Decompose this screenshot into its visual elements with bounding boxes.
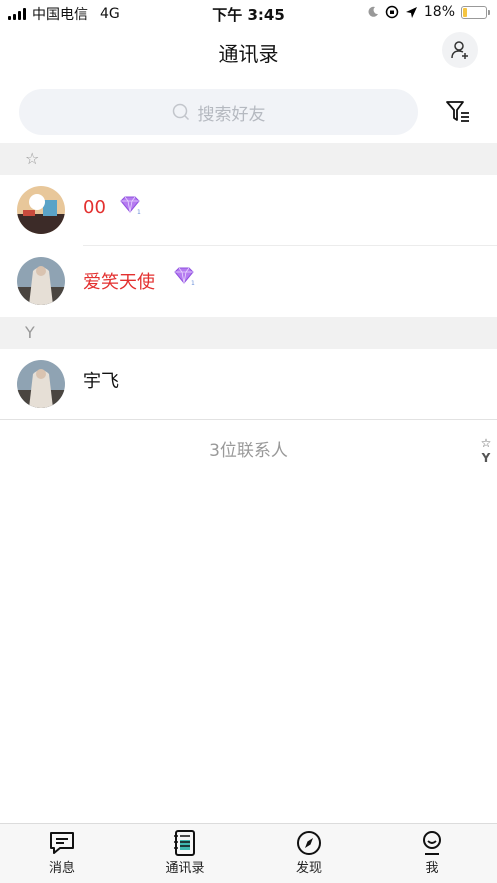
tab-bar: 消息 通讯录 发现 我 [0,823,497,883]
tab-label: 通讯录 [165,861,205,876]
contact-name: 00 [83,197,106,218]
search-input[interactable]: 搜索好友 [19,89,418,135]
section-label: ☆ [25,149,40,168]
filter-icon[interactable] [445,99,471,125]
page-title: 通讯录 [218,42,279,66]
contact-row[interactable]: 爱笑天使 1 [0,246,497,316]
search-icon [172,103,189,121]
status-bar: 中国电信 4G 下午 3:45 18% [0,0,497,26]
index-item[interactable]: Y [479,451,493,466]
contact-row[interactable]: 00 1 [0,175,497,245]
vip-diamond-icon: 1 [120,196,141,215]
rotation-lock-icon [385,5,399,19]
message-icon [50,832,74,854]
moon-icon [368,6,378,17]
contacts-icon [174,830,195,856]
contact-row[interactable]: 宇飞 [0,349,497,419]
search-placeholder: 搜索好友 [197,104,266,125]
tab-label: 消息 [48,861,75,876]
tab-contacts[interactable]: 通讯录 [145,830,225,876]
svg-text:1: 1 [137,209,141,215]
compass-icon [297,831,321,855]
tab-label: 发现 [295,861,322,876]
tab-label: 我 [425,861,439,876]
battery-icon [461,5,490,19]
location-icon [405,6,417,18]
add-friend-button[interactable] [442,32,478,68]
vip-diamond-icon: 1 [174,267,195,286]
index-item[interactable]: ☆ [479,436,493,451]
contact-name: 宇飞 [83,371,119,392]
contact-name: 爱笑天使 [83,272,155,293]
alphabet-index[interactable]: ☆ Y [479,436,493,466]
section-header-y: Y [0,317,497,349]
svg-text:1: 1 [191,280,195,286]
section-label: Y [25,323,35,342]
add-user-icon [451,41,468,59]
divider [0,419,497,420]
tab-messages[interactable]: 消息 [22,830,102,876]
avatar [17,360,65,408]
battery-percent: 18% [423,4,455,20]
nav-header: 通讯录 [0,26,497,76]
tab-me[interactable]: 我 [392,830,472,876]
avatar [17,257,65,305]
profile-icon [423,831,441,855]
section-header-starred: ☆ [0,143,497,175]
tab-discover[interactable]: 发现 [269,830,349,876]
avatar [17,186,65,234]
contact-count: 3位联系人 [209,441,288,461]
